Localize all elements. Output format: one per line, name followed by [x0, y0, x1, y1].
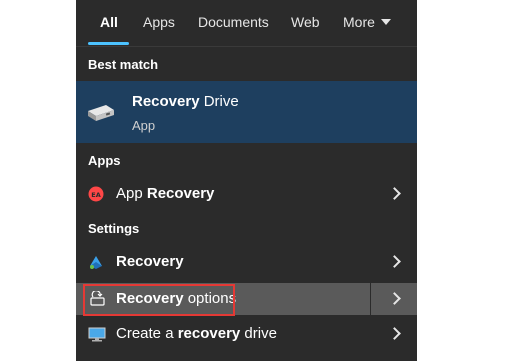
- tab-web[interactable]: Web: [291, 13, 320, 31]
- chevron-down-icon[interactable]: [381, 19, 391, 25]
- tab-all[interactable]: All: [100, 13, 118, 31]
- result-label: App Recovery: [116, 185, 215, 202]
- best-match-subtitle: App: [132, 118, 156, 133]
- search-results-panel: All Apps Documents Web More Best match R…: [76, 0, 417, 361]
- monitor-icon: [88, 326, 106, 342]
- chevron-right-icon[interactable]: [388, 187, 401, 200]
- chevron-right-icon[interactable]: [388, 255, 401, 268]
- svg-text:EA: EA: [91, 191, 100, 199]
- result-label: Recovery: [116, 253, 184, 270]
- ea-app-icon: EA: [88, 186, 104, 202]
- windows-update-icon: [88, 254, 104, 270]
- best-match-recovery-drive[interactable]: Recovery Drive App: [76, 81, 417, 143]
- result-label: Recovery options: [116, 290, 237, 307]
- row-divider: [370, 283, 371, 315]
- tab-documents[interactable]: Documents: [198, 13, 269, 31]
- recovery-options-icon: [88, 290, 105, 307]
- best-match-title: Recovery Drive: [132, 93, 239, 110]
- section-settings: Settings: [88, 221, 140, 236]
- result-recovery-setting[interactable]: Recovery: [76, 246, 417, 278]
- active-tab-indicator: [88, 42, 129, 45]
- result-label: Create a recovery drive: [116, 325, 277, 342]
- tab-more[interactable]: More: [343, 13, 375, 31]
- result-recovery-options[interactable]: Recovery options: [76, 283, 417, 315]
- section-best-match: Best match: [88, 57, 159, 72]
- search-tabs: All Apps Documents Web More: [76, 0, 417, 46]
- chevron-right-icon[interactable]: [388, 292, 401, 305]
- tab-apps[interactable]: Apps: [143, 13, 175, 31]
- result-create-recovery-drive[interactable]: Create a recovery drive: [76, 318, 417, 350]
- section-apps: Apps: [88, 153, 121, 168]
- tabs-divider: [76, 46, 417, 47]
- chevron-right-icon[interactable]: [388, 327, 401, 340]
- result-app-recovery[interactable]: EA App Recovery: [76, 178, 417, 210]
- drive-icon: [86, 101, 116, 128]
